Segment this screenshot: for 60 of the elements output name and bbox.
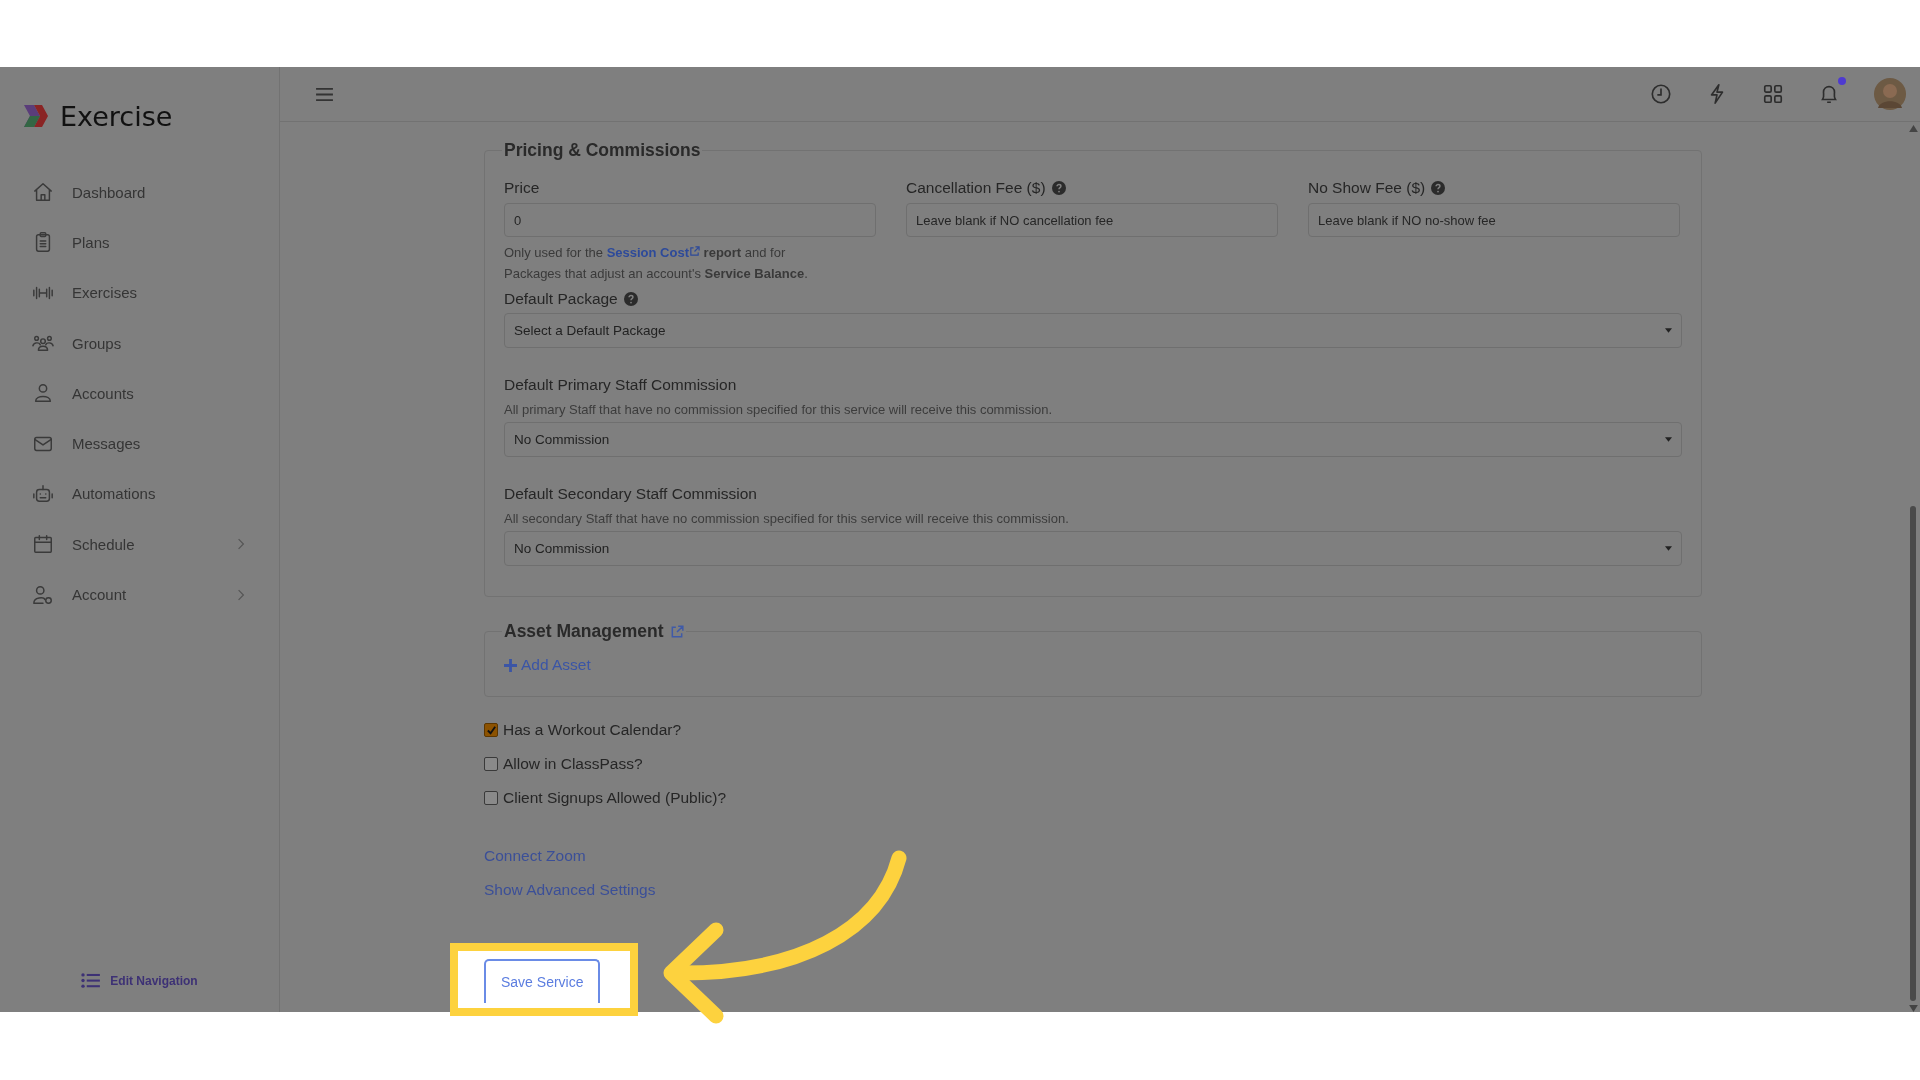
checkbox-label: Client Signups Allowed (Public)? [503,789,727,807]
grid-icon[interactable] [1762,83,1784,105]
field-label: Default Primary Staff Commission [504,376,737,394]
save-button[interactable]: Save Service [484,959,601,1003]
sidebar-item[interactable]: Schedule [0,519,279,570]
section-title: Asset Management [504,621,664,642]
person-gear-icon [32,583,54,606]
scrollbar[interactable] [1908,125,1918,1012]
field-label: No Show Fee ($) [1308,179,1426,197]
sidebar-item[interactable]: Dashboard [0,167,279,218]
sidebar-item[interactable]: Account [0,569,279,620]
scroll-up-icon[interactable] [1908,125,1918,132]
caret-icon [1665,328,1672,333]
scroll-down-icon[interactable] [1908,1005,1918,1012]
help-icon[interactable] [1431,181,1446,195]
person-icon [32,382,54,405]
avatar[interactable] [1874,78,1906,110]
text-link[interactable]: Show Advanced Settings [484,881,656,899]
help-icon[interactable] [1051,181,1066,195]
text-link[interactable]: Connect Zoom [484,847,586,865]
dropdown[interactable]: Select a Default Package [504,313,1682,348]
field-description: All primary Staff that have no commission specified for this service will receive this commission. [504,402,1054,417]
sidebar-item[interactable]: Plans [0,217,279,268]
field-description: All secondary Staff that have no commission specified for this service will receive this commission. [504,511,1070,526]
dropdown[interactable]: No Commission [504,422,1682,457]
home-icon [32,181,54,204]
text-field[interactable]: Leave blank if NO no-show fee [1308,203,1680,237]
plus-icon [504,658,517,672]
edit-navigation-link[interactable]: Edit Navigation [81,973,198,988]
section-title: Pricing & Commissions [503,140,702,161]
checkbox[interactable] [484,757,498,771]
add-asset-link[interactable]: Add Asset [504,656,1682,674]
field-label: Price [504,179,540,197]
menu-icon[interactable] [315,86,334,102]
robot-icon [32,482,54,505]
checkbox-label: Has a Workout Calendar? [503,721,682,739]
sidebar-item[interactable]: Exercises [0,267,279,318]
dropdown[interactable]: No Commission [504,531,1682,566]
external-link-icon [689,246,700,257]
field-label: Default Package [504,290,618,308]
field-label: Default Secondary Staff Commission [504,485,757,503]
calendar-icon [32,533,54,556]
help-icon[interactable] [623,292,638,306]
field-label: Cancellation Fee ($) [906,179,1046,197]
caret-icon [1665,546,1672,551]
checkbox[interactable] [484,791,498,805]
list-icon [81,973,101,988]
sidebar-item[interactable]: Groups [0,317,279,369]
sidebar-item[interactable]: Accounts [0,368,279,419]
sidebar-item[interactable]: Automations [0,468,279,520]
checkbox-label: Allow in ClassPass? [503,755,643,773]
help-text: Only used for the Session Cost report and for Packages that adjust an account's Service Balance. [504,244,809,283]
caret-icon [1665,437,1672,442]
clock-icon[interactable] [1650,83,1672,105]
text-field[interactable]: Leave blank if NO cancellation fee [906,203,1278,237]
checkbox[interactable] [484,723,498,737]
text-field[interactable]: 0 [504,203,876,237]
session-cost-link[interactable]: Session Cost [606,245,700,260]
app-name: Exercise [60,100,173,132]
sidebar-item[interactable]: Messages [0,418,279,469]
